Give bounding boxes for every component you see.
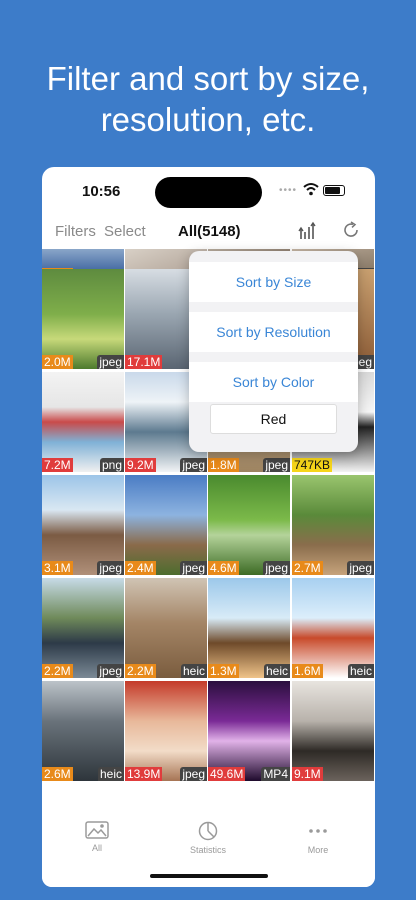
photo-thumbnail bbox=[125, 681, 207, 781]
photo-thumbnail bbox=[42, 681, 124, 781]
photo-thumbnail bbox=[292, 475, 374, 575]
format-badge: png bbox=[99, 458, 124, 472]
photo-cell[interactable]: 2.7M jpeg bbox=[292, 475, 374, 575]
size-badge: 13.9M bbox=[125, 767, 163, 781]
headline: Filter and sort by size, resolution, etc… bbox=[0, 58, 416, 140]
photo-cell[interactable]: 4.6M jpeg bbox=[208, 475, 290, 575]
size-badge: 1.6M bbox=[292, 664, 323, 678]
page-title: All(5148) bbox=[178, 223, 241, 240]
photo-cell[interactable]: 3.1M jpeg bbox=[42, 475, 124, 575]
wifi-icon bbox=[303, 183, 319, 196]
tab-all[interactable]: All bbox=[57, 821, 137, 853]
refresh-icon[interactable] bbox=[341, 220, 361, 240]
headline-line-2: resolution, etc. bbox=[100, 101, 316, 138]
format-badge: jpeg bbox=[180, 561, 207, 575]
photo-thumbnail bbox=[292, 681, 374, 781]
photo-thumbnail bbox=[208, 475, 290, 575]
size-badge: 2.2M bbox=[125, 664, 156, 678]
photo-cell[interactable]: 2.6M heic bbox=[42, 681, 124, 781]
sort-by-color-item[interactable]: Sort by Color bbox=[189, 362, 358, 402]
sort-icon[interactable] bbox=[297, 221, 317, 241]
photo-cell[interactable]: 2.4M jpeg bbox=[125, 475, 207, 575]
format-badge: heic bbox=[347, 664, 374, 678]
format-badge: jpeg bbox=[263, 458, 290, 472]
filters-button[interactable]: Filters bbox=[55, 223, 96, 240]
status-time: 10:56 bbox=[82, 183, 121, 200]
photo-thumbnail bbox=[42, 475, 124, 575]
more-icon bbox=[309, 829, 327, 833]
nav-bar: Filters Select All(5148) bbox=[42, 219, 375, 247]
tab-statistics[interactable]: Statistics bbox=[168, 821, 248, 855]
format-badge: jpeg bbox=[347, 561, 374, 575]
photo-thumbnail bbox=[292, 578, 374, 678]
format-badge: jpeg bbox=[97, 355, 124, 369]
chart-pie-icon bbox=[198, 821, 218, 841]
size-badge: 9.2M bbox=[125, 458, 156, 472]
photo-cell[interactable]: 1.6M heic bbox=[292, 578, 374, 678]
size-badge: 3.1M bbox=[42, 561, 73, 575]
size-badge: 4.6M bbox=[208, 561, 239, 575]
size-badge: 2.6M bbox=[42, 767, 73, 781]
photo-thumbnail bbox=[42, 372, 124, 472]
photo-thumbnail bbox=[208, 681, 290, 781]
photo-cell[interactable]: 49.6M MP4 bbox=[208, 681, 290, 781]
headline-line-1: Filter and sort by size, bbox=[46, 60, 370, 97]
size-badge: 747KB bbox=[292, 458, 333, 472]
size-badge: 49.6M bbox=[208, 767, 246, 781]
photo-thumbnail bbox=[42, 269, 124, 369]
photo-cell[interactable]: 2.0M jpeg bbox=[42, 269, 124, 369]
sort-by-resolution-item[interactable]: Sort by Resolution bbox=[189, 312, 358, 352]
home-indicator bbox=[150, 874, 268, 878]
size-badge: 2.7M bbox=[292, 561, 323, 575]
size-badge: 2.4M bbox=[125, 561, 156, 575]
format-badge: jpeg bbox=[97, 664, 124, 678]
battery-icon bbox=[323, 185, 345, 196]
format-badge: heic bbox=[97, 767, 124, 781]
dynamic-island bbox=[155, 177, 262, 208]
photo-cell[interactable]: 1.3M heic bbox=[208, 578, 290, 678]
select-button[interactable]: Select bbox=[104, 223, 146, 240]
format-badge: jpeg bbox=[97, 561, 124, 575]
sort-menu: Sort by Size Sort by Resolution Sort by … bbox=[189, 251, 358, 452]
photo-cell[interactable]: 2.2M jpeg bbox=[42, 578, 124, 678]
photo-cell[interactable]: 2.2M heic bbox=[125, 578, 207, 678]
size-badge: 1.8M bbox=[208, 458, 239, 472]
photo-thumbnail bbox=[125, 578, 207, 678]
format-badge: jpeg bbox=[180, 767, 207, 781]
signal-icon: •••• bbox=[279, 185, 298, 196]
format-badge: heic bbox=[263, 664, 290, 678]
tab-statistics-label: Statistics bbox=[189, 845, 226, 855]
size-badge: 2.2M bbox=[42, 664, 73, 678]
color-select[interactable]: Red bbox=[210, 404, 337, 434]
tab-more-label: More bbox=[307, 845, 329, 855]
photo-thumbnail bbox=[42, 578, 124, 678]
tab-more[interactable]: More bbox=[278, 821, 358, 855]
photo-cell[interactable]: 13.9M jpeg bbox=[125, 681, 207, 781]
size-badge: 7.2M bbox=[42, 458, 73, 472]
photo-cell[interactable]: 7.2M png bbox=[42, 372, 124, 472]
size-badge: 2.0M bbox=[42, 355, 73, 369]
photo-thumbnail bbox=[125, 475, 207, 575]
format-badge: jpeg bbox=[263, 561, 290, 575]
phone-screen: 10:56 •••• Filters Select All(5148) 4.3M… bbox=[42, 167, 375, 887]
photo-thumbnail bbox=[208, 578, 290, 678]
format-badge: MP4 bbox=[261, 767, 290, 781]
format-badge: jpeg bbox=[180, 458, 207, 472]
size-badge: 1.3M bbox=[208, 664, 239, 678]
size-badge: 9.1M bbox=[292, 767, 323, 781]
size-badge: 17.1M bbox=[125, 355, 163, 369]
photo-icon bbox=[85, 821, 109, 839]
photo-cell[interactable]: 9.1M bbox=[292, 681, 374, 781]
tab-all-label: All bbox=[91, 843, 102, 853]
format-badge: heic bbox=[180, 664, 207, 678]
sort-by-size-item[interactable]: Sort by Size bbox=[189, 262, 358, 302]
